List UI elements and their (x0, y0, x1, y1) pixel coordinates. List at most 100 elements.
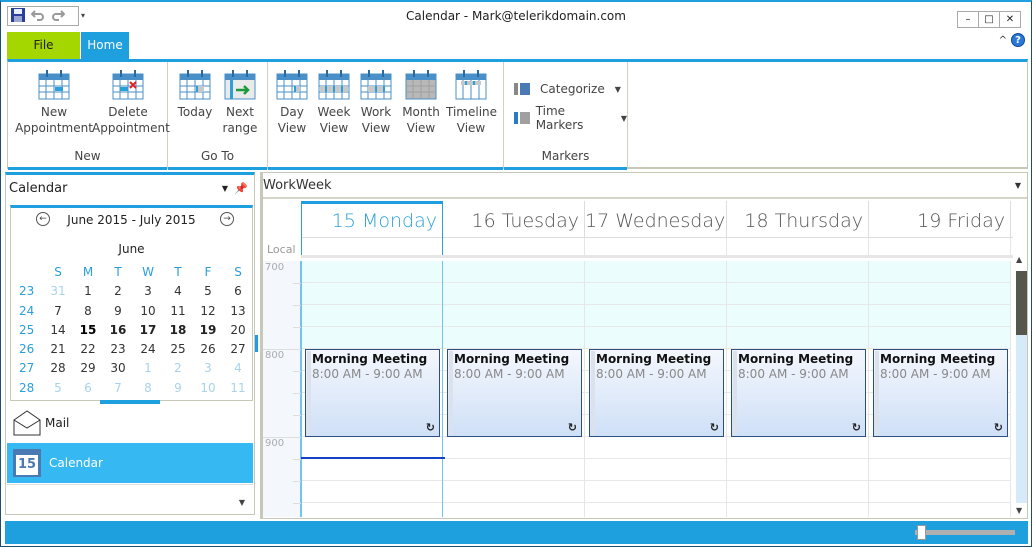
collapse-ribbon-icon[interactable]: ^ (999, 35, 1007, 46)
mini-calendar-day[interactable]: 22 (73, 340, 103, 359)
appointment[interactable]: Morning Meeting 8:00 AM - 9:00 AM ↻ (447, 349, 582, 437)
mini-calendar-day[interactable]: 2 (103, 282, 133, 301)
mini-calendar-day[interactable]: 7 (43, 302, 73, 321)
week-number[interactable]: 24 (19, 302, 43, 321)
timeline-view-button[interactable]: Timeline View (446, 70, 497, 136)
minimize-button[interactable]: – (957, 11, 979, 28)
time-slot[interactable] (727, 261, 868, 283)
pane-resize-handle[interactable] (255, 335, 258, 352)
scroll-thumb[interactable] (1016, 271, 1027, 335)
mini-calendar-day[interactable]: 11 (163, 302, 193, 321)
time-slot[interactable] (443, 437, 584, 459)
nav-item-mail[interactable]: Mail (7, 403, 253, 443)
mini-calendar-day[interactable]: 24 (133, 340, 163, 359)
time-slot[interactable] (302, 327, 442, 349)
time-slot[interactable] (585, 283, 726, 305)
appointment[interactable]: Morning Meeting 8:00 AM - 9:00 AM ↻ (731, 349, 866, 437)
appointment[interactable]: Morning Meeting 8:00 AM - 9:00 AM ↻ (305, 349, 440, 437)
mini-calendar-day[interactable]: 3 (193, 359, 223, 378)
chevron-down-icon[interactable]: ▼ (222, 184, 228, 193)
day-header[interactable]: 18 Thursday (727, 201, 869, 238)
mini-calendar-day[interactable]: 19 (193, 321, 223, 340)
mini-calendar-day[interactable]: 17 (133, 321, 163, 340)
today-button[interactable]: Today (176, 70, 214, 120)
time-slot[interactable] (443, 503, 584, 517)
day-header[interactable]: 15 Monday (301, 201, 443, 238)
time-slot[interactable] (869, 459, 1010, 481)
mini-calendar-day[interactable]: 10 (193, 379, 223, 398)
all-day-cell[interactable] (585, 238, 727, 255)
day-header[interactable]: 16 Tuesday (443, 201, 585, 238)
time-slot[interactable] (869, 305, 1010, 327)
time-slot[interactable] (585, 437, 726, 459)
mini-calendar-day[interactable]: 30 (103, 359, 133, 378)
time-slot[interactable] (585, 305, 726, 327)
time-slot[interactable] (585, 459, 726, 481)
all-day-cell[interactable] (301, 238, 443, 255)
mini-calendar-day[interactable]: 7 (103, 379, 133, 398)
time-slot[interactable] (869, 261, 1010, 283)
time-slot[interactable] (443, 261, 584, 283)
time-slot[interactable] (727, 327, 868, 349)
pin-icon[interactable]: 📌 (234, 182, 248, 195)
mini-calendar-day[interactable]: 31 (43, 282, 73, 301)
mini-calendar-day[interactable]: 14 (43, 321, 73, 340)
tab-home[interactable]: Home (81, 32, 129, 59)
scroll-down-icon[interactable]: ▼ (1016, 506, 1022, 515)
time-slot[interactable] (869, 437, 1010, 459)
mini-calendar-day[interactable]: 9 (163, 379, 193, 398)
time-slot[interactable] (443, 327, 584, 349)
mini-calendar-day[interactable]: 28 (43, 359, 73, 378)
help-icon[interactable]: ? (1011, 33, 1025, 47)
mini-calendar-day[interactable]: 13 (223, 302, 253, 321)
time-slot[interactable] (869, 481, 1010, 503)
vertical-scrollbar[interactable]: ▲ ▼ (1015, 255, 1027, 517)
mini-calendar-day[interactable]: 25 (163, 340, 193, 359)
mini-calendar-day[interactable]: 4 (163, 282, 193, 301)
time-slot[interactable] (727, 437, 868, 459)
time-slot[interactable] (302, 283, 442, 305)
mini-calendar-day[interactable]: 5 (43, 379, 73, 398)
day-view-button[interactable]: Day View (274, 70, 310, 136)
mini-calendar-day[interactable]: 9 (103, 302, 133, 321)
time-slot[interactable] (727, 481, 868, 503)
mini-calendar-day[interactable]: 2 (163, 359, 193, 378)
week-number[interactable]: 25 (19, 321, 43, 340)
mini-calendar-day[interactable]: 16 (103, 321, 133, 340)
work-view-button[interactable]: Work View (358, 70, 394, 136)
time-slot[interactable] (727, 283, 868, 305)
categorize-button[interactable]: Categorize ▼ (514, 82, 621, 96)
delete-appointment-button[interactable]: Delete Appointment (92, 70, 170, 136)
nav-item-calendar[interactable]: 15 Calendar (7, 443, 253, 483)
appointment[interactable]: Morning Meeting 8:00 AM - 9:00 AM ↻ (873, 349, 1008, 437)
maximize-button[interactable]: □ (978, 11, 1000, 28)
chevron-down-icon[interactable]: ▼ (1015, 181, 1021, 190)
mini-calendar-day[interactable]: 18 (163, 321, 193, 340)
time-slot[interactable] (727, 305, 868, 327)
day-header[interactable]: 17 Wednesday (585, 201, 727, 238)
mini-calendar-day[interactable]: 1 (133, 359, 163, 378)
time-slot[interactable] (727, 503, 868, 517)
close-button[interactable]: ✕ (999, 11, 1021, 28)
mini-calendar-day[interactable]: 26 (193, 340, 223, 359)
week-number[interactable]: 27 (19, 359, 43, 378)
next-range-icon[interactable]: → (220, 212, 234, 226)
mini-calendar-day[interactable]: 5 (193, 282, 223, 301)
mini-calendar-day[interactable]: 8 (73, 302, 103, 321)
mini-calendar-day[interactable]: 10 (133, 302, 163, 321)
nav-overflow[interactable]: ▼ (7, 484, 253, 514)
scroll-up-icon[interactable]: ▲ (1016, 255, 1022, 264)
time-slot[interactable] (869, 283, 1010, 305)
time-slot[interactable] (302, 437, 442, 459)
mini-calendar-day[interactable]: 1 (73, 282, 103, 301)
mini-calendar-day[interactable]: 23 (103, 340, 133, 359)
time-slot[interactable] (443, 459, 584, 481)
time-markers-button[interactable]: Time Markers ▼ (514, 104, 627, 132)
week-number[interactable]: 28 (19, 379, 43, 398)
time-slot[interactable] (302, 459, 442, 481)
day-header[interactable]: 19 Friday (869, 201, 1011, 238)
view-header[interactable]: WorkWeek ▼ (263, 173, 1027, 199)
all-day-cell[interactable] (443, 238, 585, 255)
week-number[interactable]: 23 (19, 282, 43, 301)
time-slot[interactable] (443, 283, 584, 305)
